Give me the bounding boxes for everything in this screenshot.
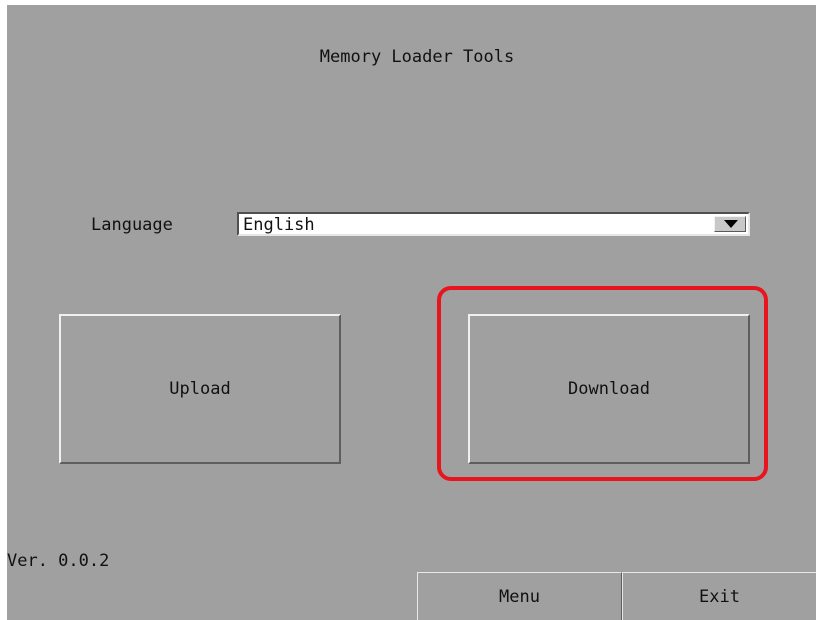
language-label: Language — [91, 215, 173, 235]
triangle-down-icon — [724, 220, 738, 228]
menu-button-label: Menu — [499, 586, 540, 607]
language-dropdown[interactable]: English — [237, 212, 750, 236]
exit-button[interactable]: Exit — [622, 572, 816, 620]
menu-button[interactable]: Menu — [417, 572, 622, 620]
page-title: Memory Loader Tools — [319, 47, 515, 67]
language-selected-value: English — [243, 215, 315, 235]
download-button-label: Download — [568, 379, 650, 399]
version-text: Ver. 0.0.2 — [7, 551, 110, 571]
dropdown-arrow-button[interactable] — [714, 216, 746, 232]
upload-button-label: Upload — [169, 379, 231, 399]
memory-loader-screen: Memory Loader Tools Language English Upl… — [7, 5, 816, 620]
exit-button-label: Exit — [699, 586, 740, 607]
download-button[interactable]: Download — [468, 314, 750, 464]
upload-button[interactable]: Upload — [59, 314, 341, 464]
